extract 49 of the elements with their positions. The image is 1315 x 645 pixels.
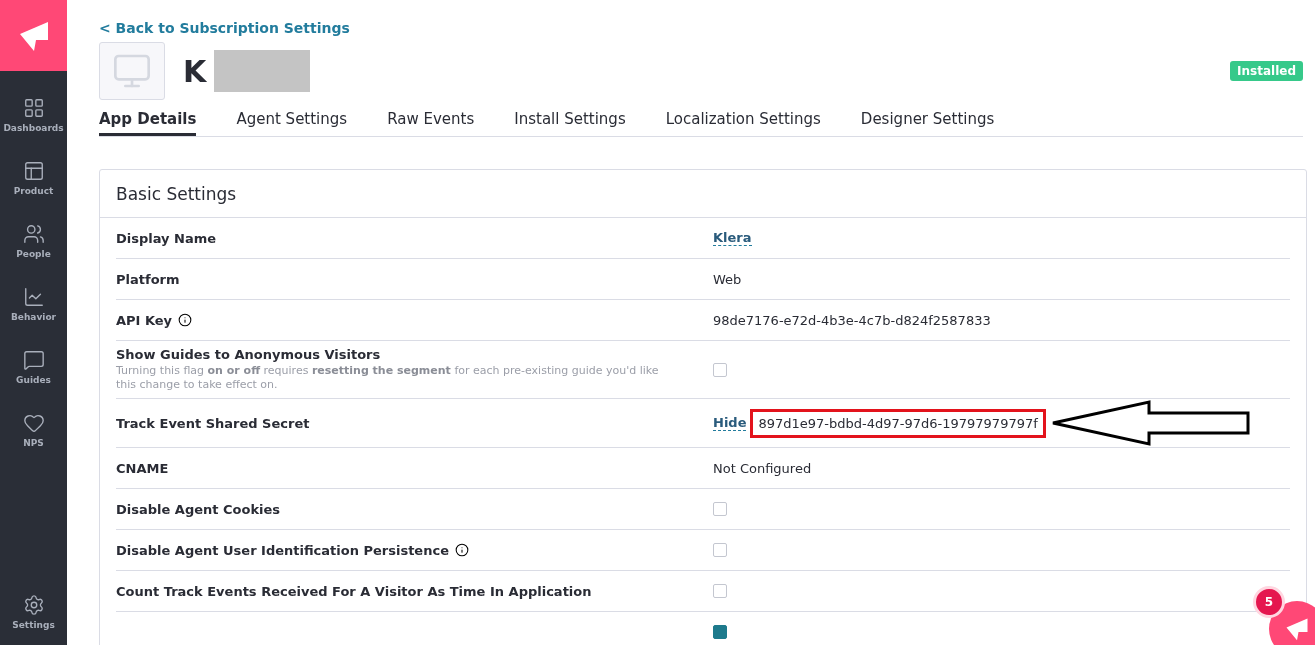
back-link[interactable]: < Back to Subscription Settings bbox=[99, 20, 350, 36]
nav-item[interactable]: NPS bbox=[0, 404, 67, 455]
tab[interactable]: Raw Events bbox=[387, 102, 475, 136]
setting-label: API Key bbox=[116, 312, 173, 328]
checkbox[interactable] bbox=[713, 584, 727, 598]
nav-item[interactable]: Guides bbox=[0, 341, 67, 392]
grid-icon bbox=[22, 96, 45, 119]
secret-value: 897d1e97-bdbd-4d97-97d6-19797979797f bbox=[750, 408, 1046, 438]
notification-count: 5 bbox=[1253, 586, 1285, 618]
setting-value: 98de7176-e72d-4b3e-4c7b-d824f2587833 bbox=[713, 312, 991, 328]
checkbox[interactable] bbox=[713, 502, 727, 516]
tab[interactable]: Designer Settings bbox=[860, 102, 995, 136]
tab[interactable]: Agent Settings bbox=[236, 102, 348, 136]
app-name: K bbox=[183, 53, 207, 89]
logo-icon[interactable] bbox=[17, 19, 50, 52]
hide-link[interactable]: Hide bbox=[713, 415, 747, 431]
setting-label: Platform bbox=[116, 271, 180, 287]
status-badge: Installed bbox=[1230, 61, 1303, 81]
setting-value: Not Configured bbox=[713, 460, 812, 476]
nav-item[interactable]: Product bbox=[0, 152, 67, 203]
setting-note: Turning this flag on or off requires resetting the segment for each pre-existing guide you'd like this change to take effect on. bbox=[116, 364, 660, 392]
tab[interactable]: Localization Settings bbox=[665, 102, 821, 136]
chat-icon bbox=[22, 348, 45, 371]
chart-icon bbox=[22, 285, 45, 308]
card-title: Basic Settings bbox=[100, 170, 1306, 218]
nav-item[interactable]: Behavior bbox=[0, 278, 67, 329]
logo-icon bbox=[1285, 617, 1309, 641]
nav-item[interactable]: Settings bbox=[0, 586, 67, 637]
tab[interactable]: Install Settings bbox=[514, 102, 626, 136]
checkbox[interactable] bbox=[713, 362, 727, 377]
setting-label: Display Name bbox=[116, 230, 217, 246]
setting-label: Show Guides to Anonymous Visitors bbox=[116, 347, 381, 362]
settings-icon bbox=[22, 593, 45, 616]
people-icon bbox=[22, 222, 45, 245]
info-icon[interactable] bbox=[178, 313, 193, 327]
tab[interactable]: App Details bbox=[99, 102, 197, 136]
info-icon[interactable] bbox=[454, 543, 469, 557]
nav-item[interactable]: Dashboards bbox=[0, 89, 67, 140]
setting-label: Track Event Shared Secret bbox=[116, 415, 310, 431]
checkbox[interactable] bbox=[713, 543, 727, 557]
nav-item[interactable]: People bbox=[0, 215, 67, 266]
setting-value: Web bbox=[713, 271, 742, 287]
checkbox[interactable] bbox=[713, 625, 727, 639]
setting-label: Disable Agent Cookies bbox=[116, 501, 281, 517]
display-name-link[interactable]: Klera bbox=[713, 230, 752, 246]
layout-icon bbox=[22, 159, 45, 182]
setting-label: Count Track Events Received For A Visitor As Time In Application bbox=[116, 583, 592, 599]
setting-label: Disable Agent User Identification Persistence bbox=[116, 542, 449, 558]
setting-label: CNAME bbox=[116, 460, 169, 476]
